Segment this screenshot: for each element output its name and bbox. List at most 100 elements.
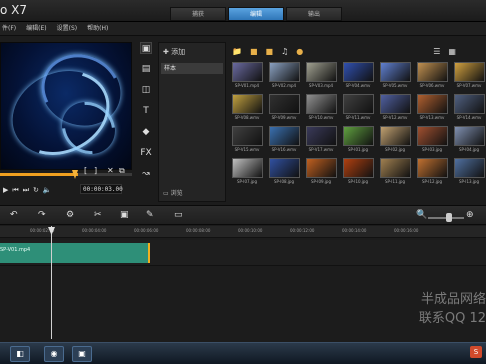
media-thumbnail[interactable]: SP-V11.wmv — [340, 94, 376, 126]
thumbnail-image — [379, 126, 411, 146]
path-icon[interactable]: ↝ — [140, 168, 152, 180]
media-icon[interactable]: ▣ — [140, 42, 152, 54]
record-capture-icon[interactable]: ⚙ — [66, 210, 74, 220]
zoom-in-icon[interactable]: ⊕ — [466, 210, 474, 220]
preview-window[interactable] — [0, 42, 132, 170]
media-thumbnail[interactable]: SP-V13.wmv — [414, 94, 450, 126]
zoom-out-icon[interactable]: 🔍 — [416, 210, 427, 220]
media-thumbnail[interactable]: SP-V10.wmv — [303, 94, 339, 126]
thumbnail-image — [416, 94, 448, 114]
menu-settings[interactable]: 设置(S) — [57, 22, 78, 35]
redo-icon[interactable]: ↷ — [38, 210, 46, 220]
add-folder-button[interactable]: ✚ 添加 — [163, 47, 185, 57]
thumbnail-image — [231, 126, 263, 146]
media-thumbnail[interactable]: SP-V08.wmv — [229, 94, 265, 126]
thumbnail-label: SP-V01.mp4 — [234, 83, 260, 88]
media-thumbnail[interactable]: SP-I03.jpg — [414, 126, 450, 158]
menu-file[interactable]: 件(F) — [2, 22, 16, 35]
media-thumbnail[interactable]: SP-V01.mp4 — [229, 62, 265, 94]
browse-button[interactable]: ▭ 浏览 — [163, 188, 183, 197]
media-thumbnail[interactable]: SP-I10.jpg — [340, 158, 376, 190]
thumbnail-image — [453, 158, 485, 178]
auto-music-icon[interactable]: ▣ — [120, 210, 129, 220]
thumbnail-label: SP-I12.jpg — [421, 179, 443, 184]
playhead-line[interactable] — [51, 226, 52, 339]
media-thumbnail[interactable]: SP-I11.jpg — [377, 158, 413, 190]
media-thumbnail[interactable]: SP-V14.wmv — [451, 94, 486, 126]
instant-project-icon[interactable]: ▤ — [140, 63, 152, 75]
media-toolbar: 📁 ■ ■ ♫ ● ☰ ▦ — [232, 44, 486, 58]
undo-icon[interactable]: ↶ — [10, 210, 18, 220]
thumbnail-label: SP-V12.wmv — [382, 115, 408, 120]
previous-icon[interactable]: ⏮ — [12, 186, 18, 195]
video-clip[interactable]: SP-V01.mp4 — [0, 243, 150, 263]
import-folder-icon[interactable]: 📁 — [232, 47, 242, 56]
thumbnail-view-icon[interactable]: ▦ — [448, 47, 456, 56]
tab-share[interactable]: 输出 — [286, 7, 342, 21]
show-video-icon[interactable]: ■ — [250, 47, 258, 56]
thumbnail-label: SP-I10.jpg — [347, 179, 369, 184]
media-thumbnail[interactable]: SP-V12.wmv — [377, 94, 413, 126]
repeat-icon[interactable]: ↻ — [33, 186, 39, 194]
thumbnail-label: SP-V05.wmv — [382, 83, 408, 88]
show-audio-icon[interactable]: ♫ — [281, 47, 288, 56]
title-icon[interactable]: T — [140, 105, 152, 117]
media-thumbnail[interactable]: SP-V07.wmv — [451, 62, 486, 94]
tab-capture[interactable]: 捕获 — [170, 7, 226, 21]
zoom-slider-handle[interactable] — [446, 213, 452, 222]
media-thumbnail[interactable]: SP-V02.mp4 — [266, 62, 302, 94]
scrubber-progress[interactable] — [0, 173, 78, 176]
media-thumbnail[interactable]: SP-V03.mp4 — [303, 62, 339, 94]
volume-icon[interactable]: 🔈 — [43, 186, 52, 194]
tab-edit[interactable]: 编辑 — [228, 7, 284, 21]
play-icon[interactable]: ▶ — [3, 186, 8, 194]
filter-icon[interactable]: FX — [140, 147, 152, 159]
media-thumbnail[interactable]: SP-I13.jpg — [451, 158, 486, 190]
media-thumbnail[interactable]: SP-V15.wmv — [229, 126, 265, 158]
media-thumbnail[interactable]: SP-I02.jpg — [377, 126, 413, 158]
thumbnail-image — [453, 94, 485, 114]
ruler-tick: 00:00:08:00 — [186, 228, 211, 233]
timeline-ruler[interactable]: 00:00:02:00 00:00:04:00 00:00:06:00 00:0… — [0, 226, 486, 238]
sound-mixer-icon[interactable]: ✂ — [94, 210, 102, 220]
media-thumbnail[interactable]: SP-I08.jpg — [266, 158, 302, 190]
taskbar-media-icon[interactable]: ◉ — [44, 346, 64, 362]
thumbnail-label: SP-V04.wmv — [345, 83, 371, 88]
tray-icon[interactable]: S — [470, 346, 482, 358]
folder-item-sample[interactable]: 样本 — [161, 63, 223, 74]
media-thumbnail[interactable]: SP-I04.jpg — [451, 126, 486, 158]
media-thumbnail[interactable]: SP-I07.jpg — [229, 158, 265, 190]
media-thumbnail[interactable]: SP-V09.wmv — [266, 94, 302, 126]
subtitle-icon[interactable]: ▭ — [174, 210, 183, 220]
menu-help[interactable]: 帮助(H) — [87, 22, 108, 35]
media-thumbnail[interactable]: SP-V05.wmv — [377, 62, 413, 94]
list-view-icon[interactable]: ☰ — [433, 47, 440, 56]
media-thumbnail[interactable]: SP-V17.wmv — [303, 126, 339, 158]
transition-icon[interactable]: ◫ — [140, 84, 152, 96]
split-icon[interactable]: ✕ — [107, 166, 114, 175]
media-thumbnail[interactable]: SP-V04.wmv — [340, 62, 376, 94]
mark-in-button[interactable]: [ — [84, 166, 87, 175]
smart-search-icon[interactable]: ● — [296, 47, 303, 56]
thumbnail-label: SP-V09.wmv — [271, 115, 297, 120]
enlarge-icon[interactable]: ⧉ — [119, 166, 125, 176]
graphic-icon[interactable]: ◆ — [140, 126, 152, 138]
motion-tracking-icon[interactable]: ✎ — [146, 210, 154, 220]
thumbnail-label: SP-V13.wmv — [419, 115, 445, 120]
thumbnail-image — [268, 126, 300, 146]
thumbnail-image — [268, 158, 300, 178]
media-thumbnail[interactable]: SP-V16.wmv — [266, 126, 302, 158]
media-thumbnail[interactable]: SP-I01.jpg — [340, 126, 376, 158]
watermark-line-1: 半成品网络 — [420, 292, 486, 307]
media-thumbnail[interactable]: SP-I12.jpg — [414, 158, 450, 190]
timecode-display[interactable]: 00:00:03.00 — [80, 184, 123, 194]
thumbnail-image — [416, 158, 448, 178]
mark-out-button[interactable]: ] — [94, 166, 97, 175]
media-thumbnail[interactable]: SP-I09.jpg — [303, 158, 339, 190]
media-thumbnail[interactable]: SP-V06.wmv — [414, 62, 450, 94]
taskbar-explorer-icon[interactable]: ◧ — [10, 346, 30, 362]
menu-edit[interactable]: 编辑(E) — [26, 22, 46, 35]
show-photo-icon[interactable]: ■ — [266, 47, 274, 56]
next-icon[interactable]: ⏭ — [23, 186, 29, 195]
taskbar-editor-icon[interactable]: ▣ — [72, 346, 92, 362]
